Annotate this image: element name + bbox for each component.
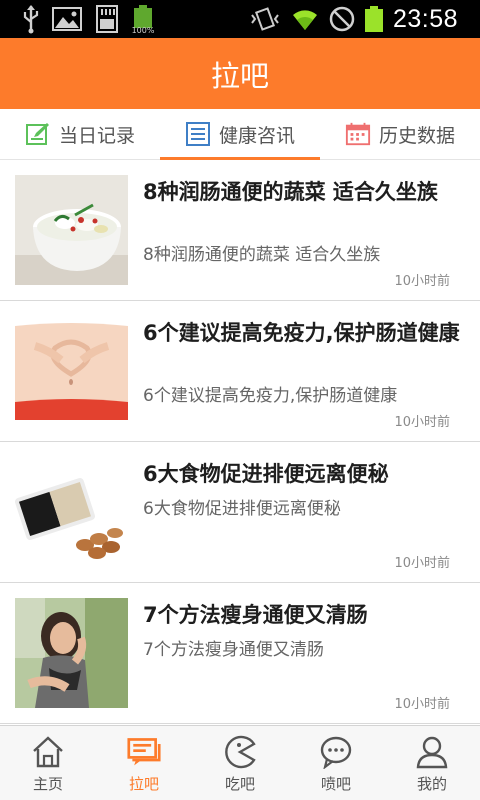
nav-label: 喷吧 xyxy=(320,775,351,793)
nav-penba[interactable]: 喷吧 xyxy=(288,726,384,800)
tab-history-data[interactable]: 历史数据 xyxy=(320,109,480,159)
tab-daily-record[interactable]: 当日记录 xyxy=(0,109,160,159)
nav-chiba[interactable]: 吃吧 xyxy=(192,726,288,800)
bottom-nav: 主页 拉吧 吃吧 喷吧 我的 xyxy=(0,725,480,800)
article-thumbnail xyxy=(15,598,128,708)
article-summary: 8种润肠通便的蔬菜 适合久坐族 xyxy=(143,245,381,265)
tab-health-news[interactable]: 健康咨讯 xyxy=(160,109,320,160)
article-summary: 7个方法瘦身通便又清肠 xyxy=(143,640,324,660)
image-icon xyxy=(52,7,82,31)
battery-icon xyxy=(364,6,383,32)
status-bar: 100% 23:58 xyxy=(0,0,480,38)
list-icon xyxy=(185,121,211,147)
nav-mine[interactable]: 我的 xyxy=(384,726,480,800)
edit-icon xyxy=(25,121,51,147)
article-time: 10小时前 xyxy=(394,274,450,289)
article-title: 6个建议提高免疫力,保护肠道健康 xyxy=(143,321,460,345)
pacman-icon xyxy=(223,735,257,769)
vibrate-icon xyxy=(249,7,281,31)
sd-card-icon xyxy=(94,5,120,33)
battery-percent-label: 100% xyxy=(131,26,155,35)
article-time: 10小时前 xyxy=(394,556,450,571)
tab-label: 当日记录 xyxy=(58,124,135,147)
user-icon xyxy=(415,735,449,769)
no-sim-icon xyxy=(329,6,355,32)
app-header: 拉吧 xyxy=(0,38,480,109)
calendar-icon xyxy=(345,121,371,147)
article-thumbnail xyxy=(15,457,128,567)
article-title: 7个方法瘦身通便又清肠 xyxy=(143,603,368,627)
wifi-icon xyxy=(291,6,319,32)
nav-laba[interactable]: 拉吧 xyxy=(96,726,192,800)
article-time: 10小时前 xyxy=(394,415,450,430)
article-summary: 6个建议提高免疫力,保护肠道健康 xyxy=(143,386,398,406)
usb-icon xyxy=(22,4,40,34)
nav-label: 吃吧 xyxy=(224,775,255,793)
article-time: 10小时前 xyxy=(394,697,450,712)
status-clock: 23:58 xyxy=(392,4,458,33)
article-title: 6大食物促进排便远离便秘 xyxy=(143,462,389,486)
speech-bubble-icon xyxy=(319,735,353,769)
article-thumbnail xyxy=(15,175,128,285)
home-icon xyxy=(31,735,65,769)
nav-label: 拉吧 xyxy=(128,775,159,793)
list-item[interactable]: 8种润肠通便的蔬菜 适合久坐族 8种润肠通便的蔬菜 适合久坐族 10小时前 xyxy=(0,160,480,301)
list-item[interactable]: 6个建议提高免疫力,保护肠道健康 6个建议提高免疫力,保护肠道健康 10小时前 xyxy=(0,301,480,442)
list-item[interactable]: 6大食物促进排便远离便秘 6大食物促进排便远离便秘 10小时前 xyxy=(0,442,480,583)
article-title: 8种润肠通便的蔬菜 适合久坐族 xyxy=(143,180,438,204)
article-thumbnail xyxy=(15,316,128,426)
battery-icon: 100% xyxy=(131,5,155,35)
tab-bar: 当日记录 健康咨讯 历史数据 xyxy=(0,109,480,160)
list-item[interactable]: 7个方法瘦身通便又清肠 7个方法瘦身通便又清肠 10小时前 xyxy=(0,583,480,724)
tab-label: 历史数据 xyxy=(378,124,455,147)
page-title: 拉吧 xyxy=(210,58,269,93)
status-bar-left: 100% xyxy=(22,4,155,35)
nav-label: 我的 xyxy=(416,775,447,793)
article-list[interactable]: 8种润肠通便的蔬菜 适合久坐族 8种润肠通便的蔬菜 适合久坐族 10小时前 6个… xyxy=(0,160,480,725)
tab-label: 健康咨讯 xyxy=(218,124,295,147)
article-summary: 6大食物促进排便远离便秘 xyxy=(143,499,341,519)
chat-board-icon xyxy=(127,735,161,769)
nav-label: 主页 xyxy=(32,775,63,793)
nav-home[interactable]: 主页 xyxy=(0,726,96,800)
status-bar-right: 23:58 xyxy=(249,4,458,34)
